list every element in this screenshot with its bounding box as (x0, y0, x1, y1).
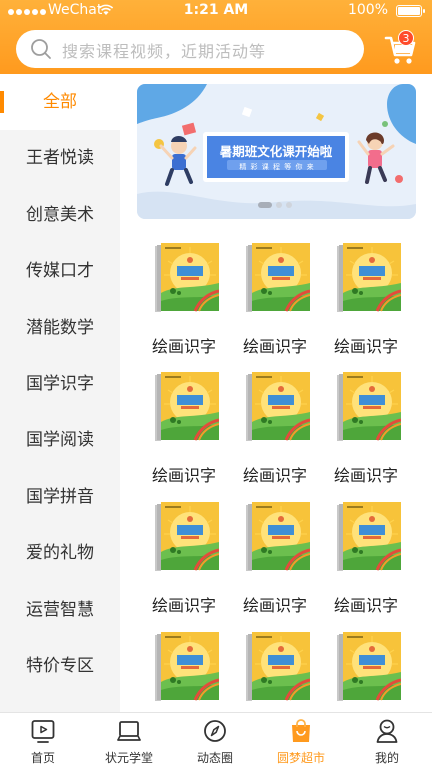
tab-label: 首页 (30, 751, 55, 765)
book-cover-image (337, 372, 401, 441)
pager-dot (286, 202, 292, 208)
book-cover-image (246, 243, 310, 312)
user-icon (376, 719, 398, 743)
tab-label: 我的 (374, 751, 399, 765)
product-card[interactable]: 绘画识字 (243, 243, 323, 361)
sidebar-item-all[interactable]: 全部 (0, 74, 120, 130)
pager-dot-active (258, 202, 272, 208)
sidebar-item-gifts[interactable]: 爱的礼物 (0, 525, 120, 581)
compass-icon (204, 720, 226, 742)
battery-icon (396, 5, 425, 17)
tab-bar: 首页 状元学堂 动态圈 圆梦超市 我的 (0, 712, 432, 768)
header: WeChat 1:21 AM 100% 搜索课程视频，近期活动等 3 (0, 0, 432, 74)
book-cover-image (337, 632, 401, 701)
tab-label: 圆梦超市 (276, 751, 325, 765)
book-cover-image (155, 632, 219, 701)
product-card[interactable]: 绘画识字 (243, 502, 323, 620)
product-name: 绘画识字 (243, 337, 308, 356)
product-card[interactable]: 绘画识字 (243, 372, 323, 490)
tab-label: 动态圈 (196, 751, 233, 765)
sidebar-item-characters[interactable]: 国学识字 (0, 356, 120, 412)
product-card[interactable]: 绘画识字 (334, 372, 414, 490)
product-card[interactable]: 绘画识字 (152, 502, 232, 620)
pager-dot (276, 202, 282, 208)
search-input[interactable]: 搜索课程视频，近期活动等 (16, 30, 364, 68)
sidebar-item-classics[interactable]: 国学阅读 (0, 412, 120, 468)
sidebar-item-sale[interactable]: 特价专区 (0, 638, 120, 694)
product-card[interactable]: 绘画识字 (152, 372, 232, 490)
book-cover-image (155, 372, 219, 441)
product-name: 绘画识字 (152, 337, 217, 356)
sidebar-item-math[interactable]: 潜能数学 (0, 300, 120, 356)
sidebar-item-pinyin[interactable]: 国学拼音 (0, 469, 120, 525)
shopping-bag-icon (292, 719, 310, 742)
tab-academy[interactable]: 状元学堂 (86, 713, 172, 768)
tab-shop[interactable]: 圆梦超市 (258, 713, 344, 768)
cart-badge: 3 (398, 30, 414, 46)
book-cover-image (337, 502, 401, 571)
sidebar-item-operations[interactable]: 运营智慧 (0, 582, 120, 638)
laptop-icon (117, 721, 141, 741)
product-card[interactable]: 绘画识字 (334, 502, 414, 620)
tab-label: 状元学堂 (104, 751, 153, 765)
product-name: 绘画识字 (334, 596, 399, 615)
tab-home[interactable]: 首页 (0, 713, 86, 768)
book-cover-image (246, 502, 310, 571)
product-name: 绘画识字 (243, 466, 308, 485)
product-name: 绘画识字 (152, 466, 217, 485)
banner-subtitle: 精 彩 课 程 等 你 来 (239, 163, 315, 171)
status-bar: WeChat 1:21 AM 100% (0, 0, 432, 22)
book-cover-image (337, 243, 401, 312)
product-name: 绘画识字 (334, 466, 399, 485)
book-cover-image (246, 372, 310, 441)
product-name: 绘画识字 (243, 596, 308, 615)
search-icon (31, 39, 51, 59)
battery-percent: 100% (347, 2, 388, 18)
book-cover-image (155, 243, 219, 312)
book-cover-image (246, 632, 310, 701)
banner-pager (258, 202, 296, 219)
book-cover-image (155, 502, 219, 571)
tab-profile[interactable]: 我的 (344, 713, 430, 768)
promo-banner[interactable]: 暑期班文化课开始啦 精 彩 课 程 等 你 来 (137, 84, 416, 219)
tab-moments[interactable]: 动态圈 (172, 713, 258, 768)
product-name: 绘画识字 (334, 337, 399, 356)
search-placeholder: 搜索课程视频，近期活动等 (62, 42, 267, 61)
product-card[interactable]: 绘画识字 (152, 243, 232, 361)
banner-title: 暑期班文化课开始啦 (219, 144, 333, 159)
sidebar-item-speech[interactable]: 传媒口才 (0, 243, 120, 299)
sidebar-item-art[interactable]: 创意美术 (0, 187, 120, 243)
product-card[interactable]: 绘画识字 (334, 243, 414, 361)
product-name: 绘画识字 (152, 596, 217, 615)
category-sidebar: 全部 王者悦读 创意美术 传媒口才 潜能数学 国学识字 国学阅读 国学拼音 爱的… (0, 74, 120, 712)
play-screen-icon (31, 720, 55, 743)
sidebar-item-reading[interactable]: 王者悦读 (0, 130, 120, 186)
